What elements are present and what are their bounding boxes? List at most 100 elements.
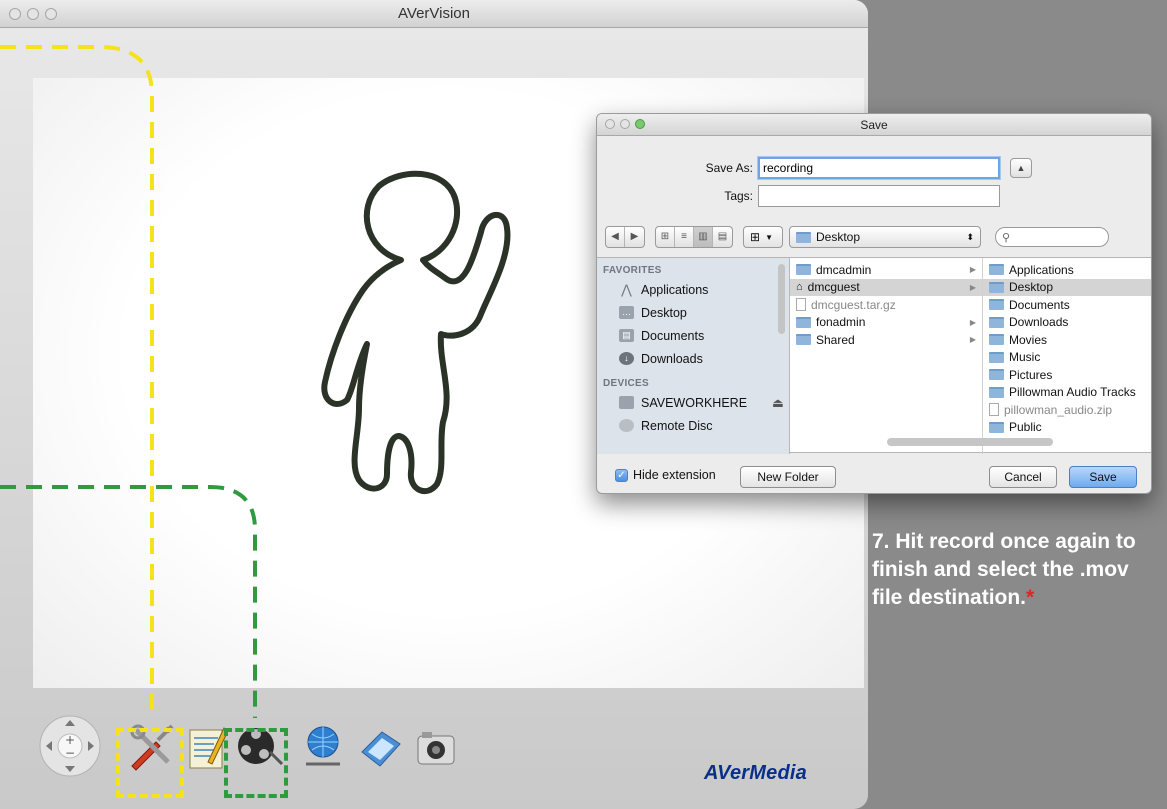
list-item[interactable]: Shared ▶ — [790, 331, 982, 349]
search-icon: ⚲ — [1002, 231, 1011, 244]
pictures-folder-icon — [989, 369, 1004, 381]
dialog-window-controls — [605, 119, 645, 129]
window-title: AVerVision — [398, 5, 470, 22]
dialog-footer: ✓ Hide extension New Folder Cancel Save — [597, 456, 1151, 493]
dialog-close-button[interactable] — [605, 119, 615, 129]
list-item[interactable]: Applications — [983, 261, 1151, 279]
forward-button[interactable]: ▶ — [625, 227, 644, 247]
archive-file-icon — [796, 298, 806, 312]
favorites-header: FAVORITES — [603, 265, 662, 276]
horizontal-scrollbar[interactable] — [887, 438, 1053, 446]
documents-folder-icon — [989, 299, 1004, 311]
save-button[interactable]: Save — [1069, 466, 1137, 488]
list-view-icon[interactable]: ≡ — [675, 227, 694, 247]
list-item[interactable]: Downloads — [983, 314, 1151, 332]
devices-header: DEVICES — [603, 378, 650, 389]
icon-view-icon[interactable]: ⊞ — [656, 227, 675, 247]
applications-icon: ⋀ — [621, 282, 632, 297]
sidebar-item-label: Remote Disc — [641, 418, 713, 433]
documents-icon: ▤ — [619, 329, 634, 342]
location-value: Desktop — [796, 230, 860, 244]
arrange-grid-icon: ⊞ — [750, 230, 761, 244]
sidebar-item-desktop[interactable]: … Desktop — [597, 301, 789, 324]
folder-icon — [989, 386, 1004, 398]
list-item[interactable]: Music — [983, 349, 1151, 367]
yellow-guide-line — [0, 45, 154, 718]
eject-icon[interactable]: ⏏ — [772, 395, 784, 410]
green-guide-line — [0, 485, 257, 718]
chevron-right-icon: ▶ — [969, 335, 976, 345]
list-item-label: Music — [1009, 350, 1041, 365]
list-item-label: Pillowman Audio Tracks — [1009, 385, 1136, 400]
column-view-icon[interactable]: ▥ — [694, 227, 713, 247]
list-item-label: Desktop — [1009, 280, 1054, 295]
sidebar-item-remote-disc[interactable]: Remote Disc — [597, 414, 789, 437]
list-item[interactable]: Movies — [983, 331, 1151, 349]
list-item[interactable]: Documents — [983, 296, 1151, 314]
list-item[interactable]: Public — [983, 419, 1151, 437]
folder-icon — [796, 231, 811, 243]
camera-icon[interactable] — [416, 730, 456, 766]
navigation-bar: ◀ ▶ ⊞ ≡ ▥ ▤ ⊞ ▼ Desktop ⬍ ⚲ — [605, 222, 1145, 252]
list-item[interactable]: fonadmin ▶ — [790, 314, 982, 332]
coverflow-view-icon[interactable]: ▤ — [713, 227, 732, 247]
list-item-label: Downloads — [1009, 315, 1069, 330]
list-item[interactable]: Pillowman Audio Tracks — [983, 384, 1151, 402]
drive-icon — [619, 396, 634, 409]
location-label: Desktop — [816, 230, 861, 244]
arrange-button[interactable]: ⊞ ▼ — [743, 226, 783, 248]
hide-extension-checkbox[interactable]: ✓ Hide extension — [615, 468, 716, 482]
gallery-icon[interactable] — [358, 726, 404, 770]
list-item-label: Public — [1009, 420, 1042, 435]
back-forward-buttons: ◀ ▶ — [605, 226, 645, 248]
sidebar-item-documents[interactable]: ▤ Documents — [597, 324, 789, 347]
location-popup[interactable]: Desktop ⬍ — [789, 226, 981, 248]
downloads-folder-icon — [989, 316, 1004, 328]
svg-text:−: − — [65, 746, 75, 760]
dialog-title-bar: Save — [597, 114, 1151, 136]
list-item[interactable]: dmcadmin ▶ — [790, 261, 982, 279]
save-as-row: Save As: ▲ — [657, 157, 1032, 179]
zip-file-icon — [989, 403, 999, 417]
updown-chevron-icon: ⬍ — [966, 231, 974, 242]
new-folder-button[interactable]: New Folder — [740, 466, 836, 488]
tags-field[interactable] — [758, 185, 1000, 207]
sidebar-scrollbar[interactable] — [778, 264, 785, 334]
list-item[interactable]: Desktop — [983, 278, 1151, 296]
public-folder-icon — [989, 421, 1004, 433]
sidebar-item-label: Desktop — [641, 305, 687, 320]
cancel-button[interactable]: Cancel — [989, 466, 1057, 488]
expand-dialog-button[interactable]: ▲ — [1010, 158, 1032, 178]
tags-label: Tags: — [724, 189, 753, 203]
list-item-label: fonadmin — [816, 315, 866, 330]
sidebar-item-saveworkhere[interactable]: SAVEWORKHERE ⏏ — [597, 391, 789, 414]
chevron-right-icon: ▶ — [969, 282, 976, 292]
network-icon[interactable] — [300, 724, 346, 770]
list-item-label: Applications — [1009, 262, 1074, 277]
file-browser: FAVORITES ⋀ Applications … Desktop ▤ Doc… — [597, 257, 1151, 454]
list-item[interactable]: dmcguest.tar.gz — [790, 296, 982, 314]
dialog-minimize-button[interactable] — [620, 119, 630, 129]
back-button[interactable]: ◀ — [606, 227, 625, 247]
music-folder-icon — [989, 351, 1004, 363]
sidebar-item-downloads[interactable]: ↓ Downloads — [597, 347, 789, 370]
search-field[interactable]: ⚲ — [995, 227, 1109, 247]
folder-icon — [796, 264, 811, 276]
sidebar-item-label: Downloads — [641, 351, 703, 366]
chevron-right-icon: ▶ — [969, 265, 976, 275]
list-item[interactable]: ⌂ dmcguest ▶ — [790, 278, 982, 296]
chevron-right-icon: ▶ — [969, 317, 976, 327]
step-number: 7. — [872, 530, 890, 553]
list-item[interactable]: Pictures — [983, 366, 1151, 384]
downloads-icon: ↓ — [619, 352, 634, 365]
callout-lines — [0, 45, 257, 718]
save-as-field[interactable] — [758, 157, 1000, 179]
column-users: dmcadmin ▶ ⌂ dmcguest ▶ dmcguest.tar.gz fon… — [790, 258, 983, 454]
view-mode-buttons: ⊞ ≡ ▥ ▤ — [655, 226, 733, 248]
sidebar-item-applications[interactable]: ⋀ Applications — [597, 278, 789, 301]
sidebar: FAVORITES ⋀ Applications … Desktop ▤ Doc… — [597, 258, 790, 454]
list-item[interactable]: pillowman_audio.zip — [983, 401, 1151, 419]
dialog-zoom-button[interactable] — [635, 119, 645, 129]
save-dialog: Save Save As: ▲ Tags: ◀ ▶ ⊞ ≡ ▥ ▤ ⊞ ▼ De… — [596, 113, 1152, 494]
stick-figure-drawing — [321, 170, 511, 495]
